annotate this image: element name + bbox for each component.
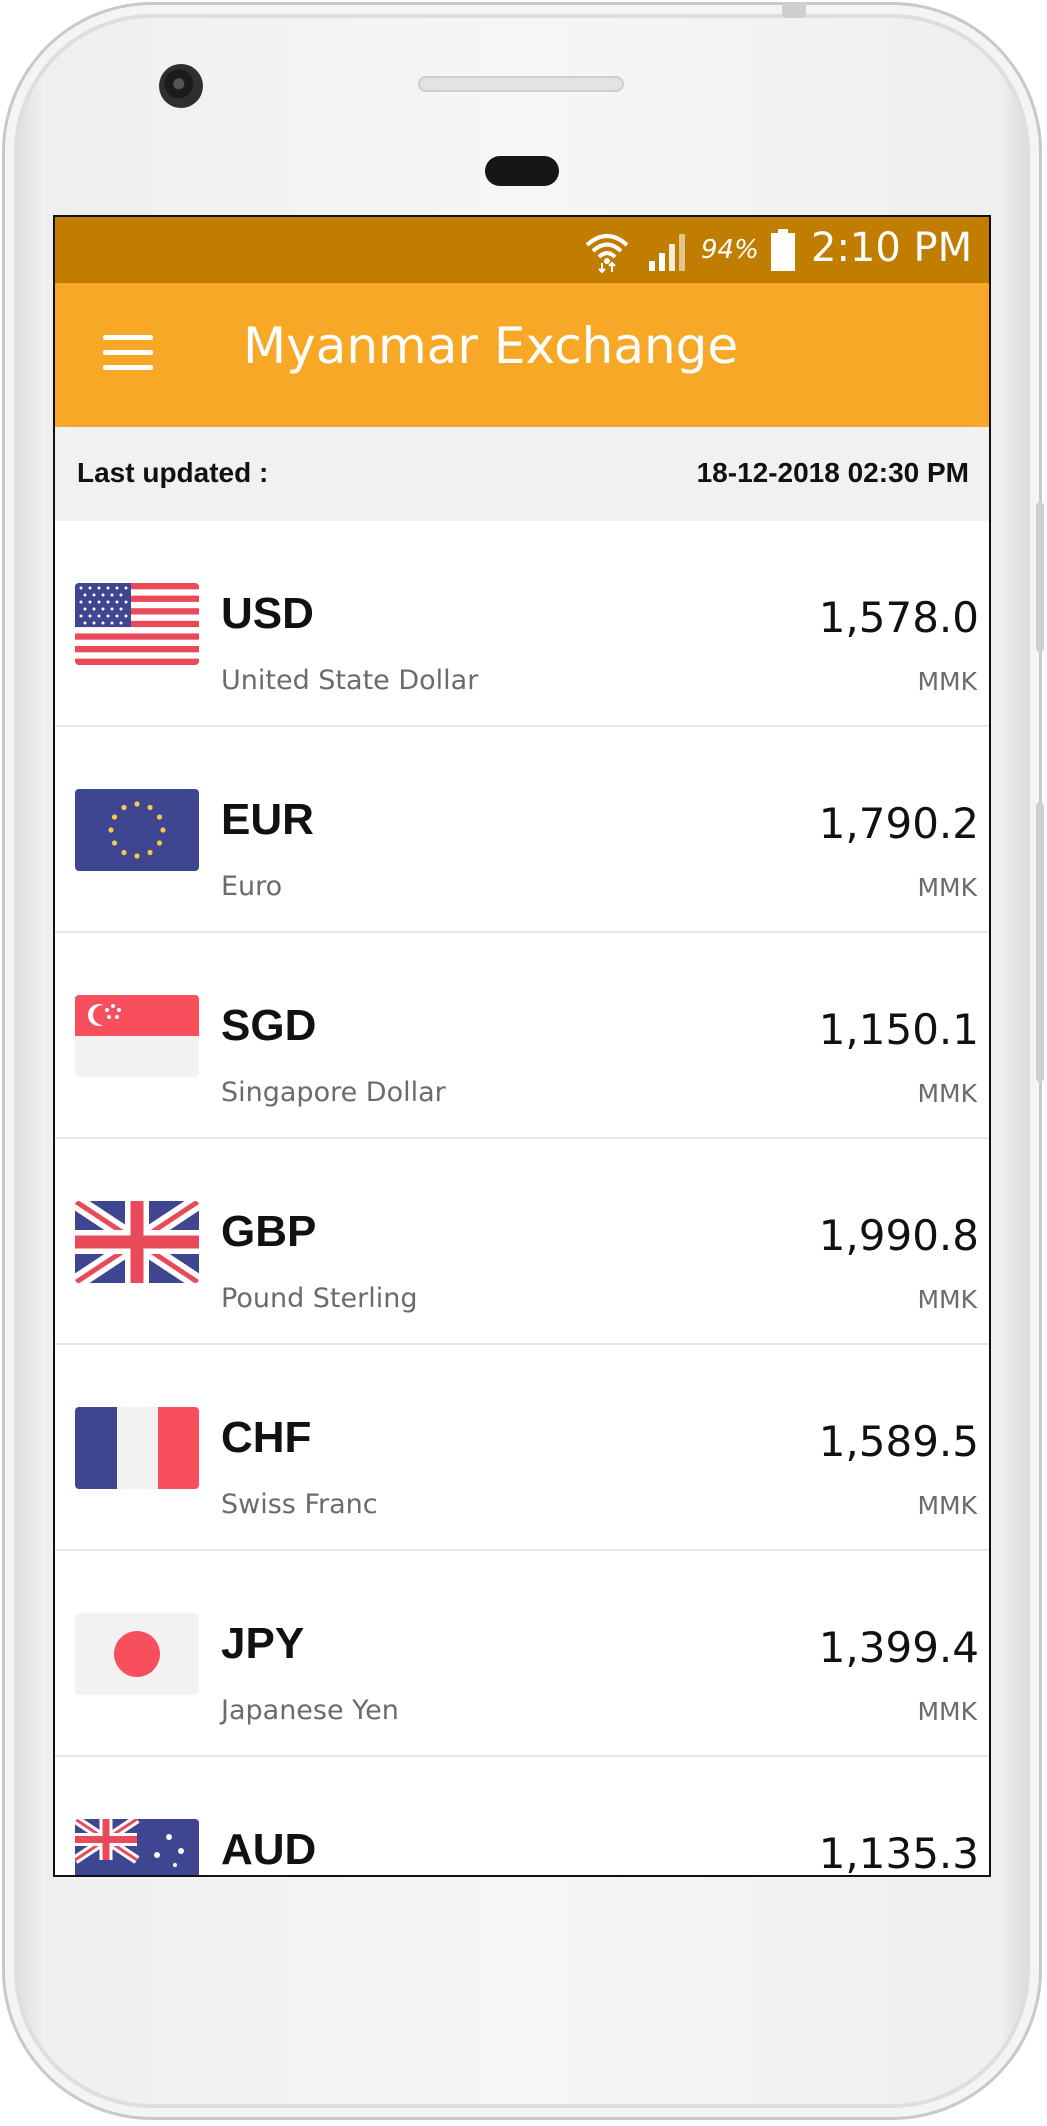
sg-flag-icon: [75, 995, 199, 1077]
last-updated-bar: Last updated : 18-12-2018 02:30 PM: [55, 427, 989, 521]
eu-flag-icon: [75, 789, 199, 871]
app-title: Myanmar Exchange: [243, 317, 739, 375]
currency-list: USD United State Dollar 1,578.0 MMK EUR: [55, 521, 989, 1877]
currency-unit: MMK: [917, 1285, 977, 1314]
currency-name: Pound Sterling: [221, 1283, 418, 1314]
phone-screen: 94% 2:10 PM Myanmar Exchange Last update…: [53, 215, 991, 1877]
hamburger-menu-icon[interactable]: [103, 335, 153, 371]
wifi-icon: [585, 234, 629, 273]
battery-percentage: 94%: [701, 235, 759, 265]
currency-row-aud[interactable]: AUD 1,135.3: [55, 1757, 989, 1877]
currency-unit: MMK: [917, 1697, 977, 1726]
earpiece-speaker: [418, 76, 624, 92]
currency-code: JPY: [221, 1619, 305, 1668]
currency-code: USD: [221, 589, 314, 638]
us-flag-icon: [75, 583, 199, 665]
currency-code: EUR: [221, 795, 314, 844]
currency-code: AUD: [221, 1825, 317, 1874]
battery-icon: [771, 229, 795, 271]
currency-name: Swiss Franc: [221, 1489, 378, 1520]
currency-name: United State Dollar: [221, 665, 479, 696]
currency-row-jpy[interactable]: JPY Japanese Yen 1,399.4 MMK: [55, 1551, 989, 1757]
au-flag-icon: [75, 1819, 199, 1875]
currency-rate: 1,790.2: [818, 799, 979, 848]
last-updated-label: Last updated :: [77, 457, 269, 488]
currency-name: Japanese Yen: [221, 1695, 399, 1726]
currency-code: CHF: [221, 1413, 312, 1462]
signal-icon: [649, 234, 685, 271]
currency-unit: MMK: [917, 873, 977, 902]
gb-flag-icon: [75, 1201, 199, 1283]
front-camera: [159, 64, 203, 108]
status-bar: 94% 2:10 PM: [55, 217, 989, 283]
fr-flag-icon: [75, 1407, 199, 1489]
phone-frame: 94% 2:10 PM Myanmar Exchange Last update…: [2, 2, 1044, 2120]
currency-code: GBP: [221, 1207, 317, 1256]
currency-unit: MMK: [917, 1079, 977, 1108]
currency-rate: 1,399.4: [818, 1623, 979, 1672]
currency-rate: 1,990.8: [818, 1211, 979, 1260]
volume-button: [1036, 802, 1044, 1082]
app-bar: Myanmar Exchange: [55, 283, 989, 427]
currency-rate: 1,135.3: [818, 1829, 979, 1877]
currency-row-chf[interactable]: CHF Swiss Franc 1,589.5 MMK: [55, 1345, 989, 1551]
currency-row-usd[interactable]: USD United State Dollar 1,578.0 MMK: [55, 521, 989, 727]
currency-row-sgd[interactable]: SGD Singapore Dollar 1,150.1 MMK: [55, 933, 989, 1139]
last-updated-value: 18-12-2018 02:30 PM: [696, 457, 969, 488]
currency-unit: MMK: [917, 667, 977, 696]
currency-name: Singapore Dollar: [221, 1077, 446, 1108]
status-time: 2:10 PM: [811, 225, 973, 271]
power-button: [1036, 502, 1044, 652]
currency-rate: 1,150.1: [818, 1005, 979, 1054]
currency-row-eur[interactable]: EUR Euro 1,790.2 MMK: [55, 727, 989, 933]
currency-row-gbp[interactable]: GBP Pound Sterling 1,990.8 MMK: [55, 1139, 989, 1345]
currency-name: Euro: [221, 871, 283, 902]
currency-rate: 1,578.0: [818, 593, 979, 642]
phone-top-button: [782, 2, 806, 18]
currency-rate: 1,589.5: [818, 1417, 979, 1466]
currency-unit: MMK: [917, 1491, 977, 1520]
jp-flag-icon: [75, 1613, 199, 1695]
currency-code: SGD: [221, 1001, 317, 1050]
proximity-sensor: [485, 156, 559, 186]
